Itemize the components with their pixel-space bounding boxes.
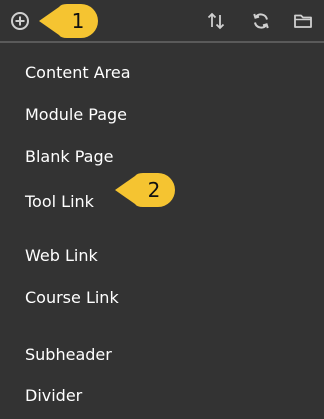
menu-item-divider[interactable]: Divider [25, 381, 82, 411]
refresh-icon [253, 13, 269, 29]
callout-number: 2 [147, 178, 161, 202]
step-callout-2: 2 [113, 171, 177, 209]
callout-badge-shape [115, 173, 175, 207]
refresh-button[interactable] [250, 10, 272, 32]
add-menu-item-button[interactable] [9, 10, 31, 32]
folder-icon [294, 14, 312, 28]
course-menu-panel: 1 2 Content Area Module Page Blank Page … [0, 0, 324, 419]
menu-item-subheader[interactable]: Subheader [25, 340, 112, 370]
reorder-button[interactable] [205, 10, 227, 32]
folder-button[interactable] [292, 10, 314, 32]
menu-item-content-area[interactable]: Content Area [25, 58, 131, 88]
menu-item-tool-link[interactable]: Tool Link [25, 187, 94, 217]
menu-item-module-page[interactable]: Module Page [25, 100, 127, 130]
menu-item-blank-page[interactable]: Blank Page [25, 142, 113, 172]
sort-arrows-icon [207, 12, 225, 30]
course-menu-toolbar [0, 0, 324, 43]
menu-item-web-link[interactable]: Web Link [25, 241, 98, 271]
menu-item-course-link[interactable]: Course Link [25, 283, 119, 313]
add-circle-icon [11, 12, 29, 30]
